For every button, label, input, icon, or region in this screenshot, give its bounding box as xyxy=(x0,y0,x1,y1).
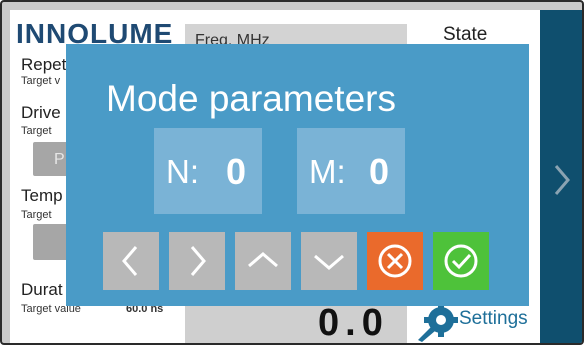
confirm-button[interactable] xyxy=(433,232,489,290)
repetition-target-label: Target v xyxy=(21,75,61,87)
chevron-right-icon[interactable] xyxy=(548,160,576,200)
duration-label: Durat xyxy=(21,280,63,299)
chevron-left-icon xyxy=(122,246,138,276)
temperature-label: Temp xyxy=(21,186,63,205)
driver-target-label: Target xyxy=(21,125,52,137)
param-m-label: M: xyxy=(309,153,346,190)
chevron-down-icon xyxy=(314,254,344,270)
temperature-target-label: Target xyxy=(21,209,52,221)
chevron-up-icon xyxy=(248,252,278,268)
right-button[interactable] xyxy=(169,232,225,290)
driver-button-label: P xyxy=(54,151,65,168)
param-n-label: N: xyxy=(166,153,199,190)
bottom-readout-value: 0.0 xyxy=(318,302,389,344)
left-button[interactable] xyxy=(103,232,159,290)
mode-parameters-dialog: Mode parameters N: 0 M: 0 xyxy=(66,44,529,306)
down-button[interactable] xyxy=(301,232,357,290)
dialog-title: Mode parameters xyxy=(106,78,396,119)
param-n-box[interactable]: N: 0 xyxy=(154,128,262,214)
param-m-box[interactable]: M: 0 xyxy=(297,128,405,214)
settings-button-label[interactable]: Settings xyxy=(459,308,528,330)
wrench-gear-icon[interactable] xyxy=(415,302,459,342)
driver-label: Drive xyxy=(21,103,61,122)
state-label: State xyxy=(443,24,488,45)
param-n-value: 0 xyxy=(226,151,247,192)
cancel-icon xyxy=(378,244,412,278)
param-m-value: 0 xyxy=(369,151,390,192)
up-button[interactable] xyxy=(235,232,291,290)
chevron-right-icon xyxy=(190,246,206,276)
confirm-icon xyxy=(444,244,478,278)
cancel-button[interactable] xyxy=(367,232,423,290)
device-screen: INNOLUME Repet Target v Drive Target P T… xyxy=(0,0,584,345)
repetition-label: Repet xyxy=(21,55,67,74)
